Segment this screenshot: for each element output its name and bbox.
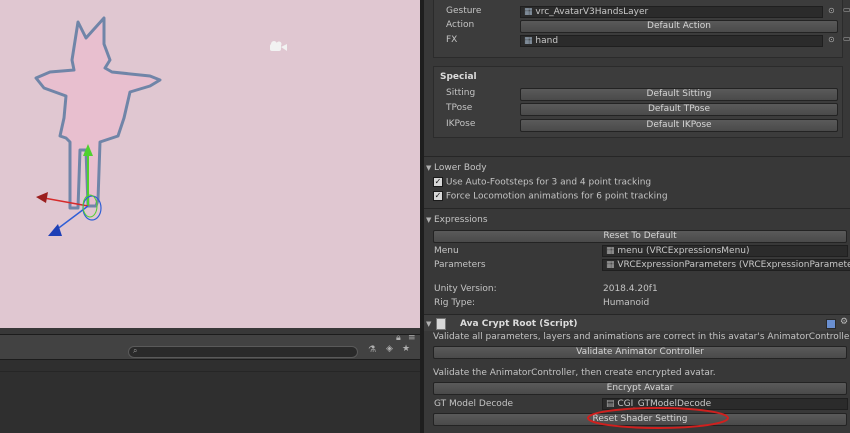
unity-version-label: Unity Version: — [434, 284, 497, 294]
controller-icon: ▦ — [524, 36, 533, 46]
search-icon: ⌕ — [133, 346, 138, 355]
ikpose-label: IKPose — [446, 119, 476, 129]
reset-to-default-button[interactable]: Reset To Default — [433, 230, 847, 243]
checkbox-checked-icon[interactable]: ✓ — [433, 177, 443, 187]
fx-value: hand — [535, 36, 559, 46]
help-book-icon[interactable] — [826, 319, 836, 329]
object-picker-icon[interactable]: ⊙ — [828, 6, 835, 15]
validate-description: Validate all parameters, layers and anim… — [433, 332, 850, 342]
lock-icon[interactable]: 🔒︎ — [396, 333, 401, 343]
gt-model-decode-label: GT Model Decode — [434, 399, 514, 409]
asset-icon: ▦ — [606, 260, 615, 270]
scene-view[interactable] — [0, 0, 420, 328]
default-ikpose-button[interactable]: Default IKPose — [520, 119, 838, 132]
parameters-field[interactable]: ▦ VRCExpressionParameters (VRCExpression… — [602, 259, 850, 271]
gesture-value: vrc_AvatarV3HandsLayer — [535, 7, 649, 17]
controller-icon: ▦ — [524, 7, 533, 17]
menu-label: Menu — [434, 246, 459, 256]
rig-type-label: Rig Type: — [434, 298, 476, 308]
fx-field[interactable]: ▦ hand — [520, 35, 823, 47]
tpose-label: TPose — [446, 103, 473, 113]
label-icon[interactable]: ◈ — [386, 344, 393, 354]
special-title: Special — [440, 72, 477, 82]
default-tpose-button[interactable]: Default TPose — [520, 103, 838, 116]
parameters-label: Parameters — [434, 260, 486, 270]
script-icon — [436, 318, 446, 330]
fx-label: FX — [446, 35, 458, 45]
menu-icon[interactable]: ≡ — [408, 333, 416, 343]
sitting-label: Sitting — [446, 88, 476, 98]
settings-gear-icon[interactable]: ⚙ — [840, 317, 848, 327]
validate-animator-controller-button[interactable]: Validate Animator Controller — [433, 346, 847, 359]
default-sitting-button[interactable]: Default Sitting — [520, 88, 838, 101]
foldout-arrow-icon[interactable]: ▼ — [426, 216, 431, 224]
checkbox-checked-icon[interactable]: ✓ — [433, 191, 443, 201]
menu-field[interactable]: ▦ menu (VRCExpressionsMenu) — [602, 245, 848, 257]
action-label: Action — [446, 20, 475, 30]
divider — [424, 208, 850, 209]
auto-footsteps-label: Use Auto-Footsteps for 3 and 4 point tra… — [445, 177, 652, 188]
rig-type-value: Humanoid — [603, 298, 650, 308]
default-action-button[interactable]: Default Action — [520, 20, 838, 33]
avatar-silhouette — [34, 16, 162, 236]
lower-body-title[interactable]: Lower Body — [434, 163, 487, 173]
foldout-arrow-icon[interactable]: ▼ — [426, 320, 431, 328]
filter-type-icon[interactable]: ⚗ — [368, 345, 376, 355]
component-title: Ava Crypt Root (Script) — [460, 319, 578, 329]
unity-version-value: 2018.4.20f1 — [603, 284, 658, 294]
gesture-field[interactable]: ▦ vrc_AvatarV3HandsLayer — [520, 6, 823, 18]
auto-footsteps-toggle[interactable]: ✓ Use Auto-Footsteps for 3 and 4 point t… — [433, 177, 651, 188]
expressions-title[interactable]: Expressions — [434, 215, 488, 225]
highlight-annotation — [587, 407, 729, 429]
camera-icon[interactable] — [268, 40, 288, 54]
remove-icon[interactable]: ▭ — [843, 34, 850, 43]
object-picker-icon[interactable]: ⊙ — [828, 35, 835, 44]
menu-value: menu (VRCExpressionsMenu) — [617, 246, 750, 256]
search-input[interactable]: ⌕ — [128, 346, 358, 358]
asset-icon: ▦ — [606, 246, 615, 256]
divider — [0, 371, 420, 372]
parameters-value: VRCExpressionParameters (VRCExpressionPa… — [617, 260, 850, 270]
encrypt-description: Validate the AnimatorController, then cr… — [433, 368, 716, 378]
divider — [424, 156, 850, 157]
remove-icon[interactable]: ▭ — [843, 5, 850, 14]
gesture-label: Gesture — [446, 6, 482, 16]
favorite-star-icon[interactable]: ★ — [402, 344, 410, 354]
foldout-arrow-icon[interactable]: ▼ — [426, 164, 431, 172]
force-locomotion-label: Force Locomotion animations for 6 point … — [445, 191, 668, 202]
force-locomotion-toggle[interactable]: ✓ Force Locomotion animations for 6 poin… — [433, 191, 668, 202]
encrypt-avatar-button[interactable]: Encrypt Avatar — [433, 382, 847, 395]
